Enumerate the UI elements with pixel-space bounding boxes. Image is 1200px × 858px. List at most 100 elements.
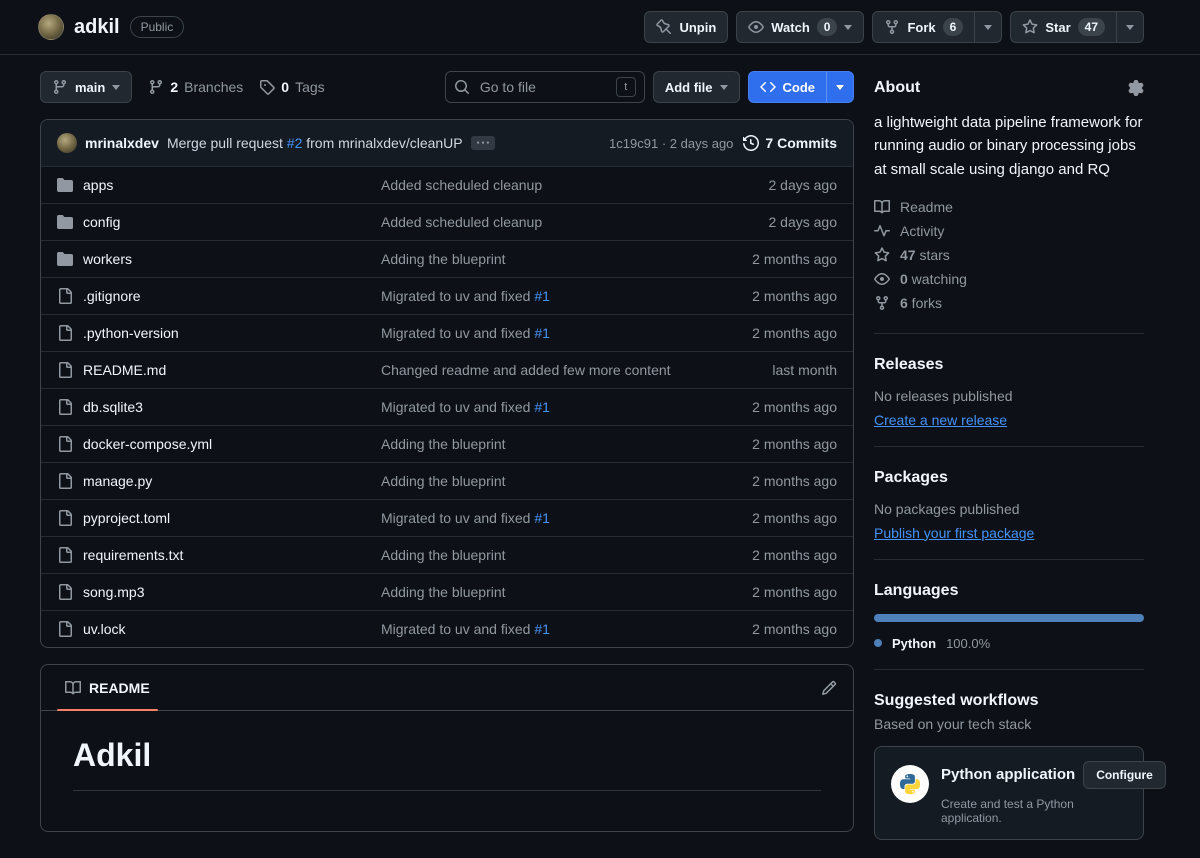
file-commit-message[interactable]: Added scheduled cleanup xyxy=(381,214,702,230)
star-button[interactable]: Star 47 xyxy=(1011,12,1116,42)
fork-button[interactable]: Fork 6 xyxy=(873,12,974,42)
folder-icon xyxy=(57,252,73,266)
file-row[interactable]: uv.lock Migrated to uv and fixed #1 2 mo… xyxy=(41,610,853,647)
file-name[interactable]: docker-compose.yml xyxy=(83,436,212,452)
star-dropdown[interactable] xyxy=(1116,12,1143,42)
forks-meta-link[interactable]: 6 forks xyxy=(874,291,1144,315)
file-commit-date: 2 months ago xyxy=(752,510,837,526)
file-commit-date: 2 months ago xyxy=(752,436,837,452)
file-row[interactable]: manage.py Adding the blueprint 2 months … xyxy=(41,462,853,499)
activity-meta-link[interactable]: Activity xyxy=(874,219,1144,243)
file-commit-message[interactable]: Migrated to uv and fixed #1 xyxy=(381,621,702,637)
file-name[interactable]: pyproject.toml xyxy=(83,510,170,526)
commit-author-avatar[interactable] xyxy=(57,133,77,153)
file-commit-message[interactable]: Added scheduled cleanup xyxy=(381,177,702,193)
repo-owner-avatar[interactable] xyxy=(38,14,64,40)
file-list: apps Added scheduled cleanup 2 days ago … xyxy=(41,166,853,647)
language-bar[interactable] xyxy=(874,613,1144,622)
main-column: main 2 Branches 0 Tags t xyxy=(40,71,854,832)
file-row[interactable]: db.sqlite3 Migrated to uv and fixed #1 2… xyxy=(41,388,853,425)
branches-link[interactable]: 2 Branches xyxy=(148,79,243,95)
file-name[interactable]: requirements.txt xyxy=(83,547,183,563)
file-row[interactable]: song.mp3 Adding the blueprint 2 months a… xyxy=(41,573,853,610)
code-button-group: Code xyxy=(747,71,854,103)
file-commit-message[interactable]: Migrated to uv and fixed #1 xyxy=(381,510,702,526)
file-name[interactable]: .python-version xyxy=(83,325,179,341)
file-row[interactable]: pyproject.toml Migrated to uv and fixed … xyxy=(41,499,853,536)
eye-icon xyxy=(874,272,890,285)
commit-message[interactable]: Merge pull request #2 from mrinalxdev/cl… xyxy=(167,135,463,151)
file-row[interactable]: apps Added scheduled cleanup 2 days ago xyxy=(41,166,853,203)
file-commit-message[interactable]: Adding the blueprint xyxy=(381,251,702,267)
about-settings-button[interactable] xyxy=(1128,80,1144,96)
chevron-down-icon xyxy=(836,84,844,90)
watch-button[interactable]: Watch 0 xyxy=(736,11,865,43)
file-row[interactable]: README.md Changed readme and added few m… xyxy=(41,351,853,388)
issue-link[interactable]: #1 xyxy=(534,288,550,304)
file-commit-message[interactable]: Migrated to uv and fixed #1 xyxy=(381,325,702,341)
readme-meta-link[interactable]: Readme xyxy=(874,195,1144,219)
watching-meta-link[interactable]: 0 watching xyxy=(874,267,1144,291)
commit-hash-time[interactable]: 1c19c91 · 2 days ago xyxy=(609,136,733,151)
code-dropdown[interactable] xyxy=(826,72,853,102)
issue-link[interactable]: #1 xyxy=(534,510,550,526)
file-name[interactable]: README.md xyxy=(83,362,166,378)
file-row[interactable]: workers Adding the blueprint 2 months ag… xyxy=(41,240,853,277)
issue-link[interactable]: #1 xyxy=(534,621,550,637)
repo-header: adkil Public Unpin Watch 0 Fork 6 Star 4… xyxy=(0,0,1200,55)
commit-history-link[interactable]: 7 Commits xyxy=(743,135,837,151)
file-commit-date: 2 days ago xyxy=(768,214,838,230)
file-commit-date: 2 months ago xyxy=(752,251,837,267)
file-commit-message[interactable]: Changed readme and added few more conten… xyxy=(381,362,702,378)
unpin-button[interactable]: Unpin xyxy=(644,11,729,43)
file-name[interactable]: song.mp3 xyxy=(83,584,144,600)
configure-button[interactable]: Configure xyxy=(1083,760,1166,789)
publish-package-link[interactable]: Publish your first package xyxy=(874,525,1034,541)
fork-count: 6 xyxy=(942,18,964,36)
file-commit-message[interactable]: Adding the blueprint xyxy=(381,473,702,489)
go-to-file-search[interactable]: t xyxy=(444,71,645,103)
commit-message-expander-button[interactable] xyxy=(470,136,495,150)
repo-name[interactable]: adkil xyxy=(74,16,120,39)
file-name[interactable]: config xyxy=(83,214,120,230)
gear-icon xyxy=(1128,80,1144,96)
star-icon xyxy=(874,247,890,262)
commit-author[interactable]: mrinalxdev xyxy=(85,135,159,151)
file-commit-message[interactable]: Migrated to uv and fixed #1 xyxy=(381,399,702,415)
code-button[interactable]: Code xyxy=(749,72,827,102)
language-item[interactable]: Python 100.0% xyxy=(874,636,1144,651)
star-icon xyxy=(1022,19,1038,34)
file-name[interactable]: .gitignore xyxy=(83,288,141,304)
create-release-link[interactable]: Create a new release xyxy=(874,412,1007,428)
tab-readme[interactable]: README xyxy=(57,665,158,711)
file-name[interactable]: manage.py xyxy=(83,473,152,489)
file-commit-message[interactable]: Adding the blueprint xyxy=(381,547,702,563)
file-row[interactable]: docker-compose.yml Adding the blueprint … xyxy=(41,425,853,462)
file-name[interactable]: uv.lock xyxy=(83,621,126,637)
file-commit-message[interactable]: Adding the blueprint xyxy=(381,436,702,452)
file-name[interactable]: db.sqlite3 xyxy=(83,399,143,415)
file-commit-message[interactable]: Migrated to uv and fixed #1 xyxy=(381,288,702,304)
file-name[interactable]: apps xyxy=(83,177,113,193)
issue-link[interactable]: #1 xyxy=(534,399,550,415)
file-row[interactable]: config Added scheduled cleanup 2 days ag… xyxy=(41,203,853,240)
tags-link[interactable]: 0 Tags xyxy=(259,79,325,95)
file-row[interactable]: requirements.txt Adding the blueprint 2 … xyxy=(41,536,853,573)
star-count: 47 xyxy=(1077,18,1105,36)
file-commit-message[interactable]: Adding the blueprint xyxy=(381,584,702,600)
file-name[interactable]: workers xyxy=(83,251,132,267)
file-commit-date: 2 months ago xyxy=(752,584,837,600)
pr-link[interactable]: #2 xyxy=(287,135,303,151)
branch-selector[interactable]: main xyxy=(40,71,133,103)
fork-dropdown[interactable] xyxy=(974,12,1001,42)
go-to-file-input[interactable] xyxy=(477,78,608,96)
language-name: Python xyxy=(892,635,937,651)
stars-meta-link[interactable]: 47 stars xyxy=(874,243,1144,267)
file-row[interactable]: .python-version Migrated to uv and fixed… xyxy=(41,314,853,351)
book-icon xyxy=(65,680,81,694)
about-section: About a lightweight data pipeline framew… xyxy=(874,73,1144,334)
add-file-button[interactable]: Add file xyxy=(652,71,740,103)
issue-link[interactable]: #1 xyxy=(534,325,550,341)
file-row[interactable]: .gitignore Migrated to uv and fixed #1 2… xyxy=(41,277,853,314)
edit-readme-button[interactable] xyxy=(821,680,837,696)
